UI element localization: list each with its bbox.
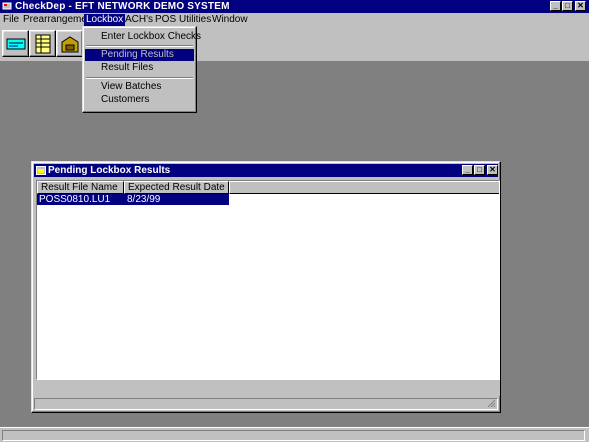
result-file-name: POSS0810.LU1 — [39, 194, 111, 205]
menu-pos[interactable]: POS — [153, 14, 178, 26]
resize-grip-icon[interactable] — [487, 399, 496, 408]
app-icon — [2, 2, 12, 10]
close-button[interactable]: ✕ — [575, 1, 586, 11]
minimize-icon: _ — [465, 165, 470, 174]
deposit-button[interactable] — [2, 30, 29, 57]
status-pane — [2, 430, 585, 441]
menu-file[interactable]: File — [1, 14, 21, 26]
window-icon — [36, 166, 46, 175]
pending-lockbox-results-window: Pending Lockbox Results _ □ ✕ Result Fil… — [31, 161, 501, 413]
minimize-icon: _ — [553, 1, 558, 10]
column-header-expected-result-date[interactable]: Expected Result Date — [124, 181, 229, 194]
ledger-icon — [35, 34, 51, 54]
maximize-button[interactable]: □ — [562, 1, 573, 11]
child-window-title: Pending Lockbox Results — [48, 165, 171, 176]
maximize-icon: □ — [477, 165, 482, 174]
deposit-icon — [6, 38, 26, 50]
lockbox-menu: Enter Lockbox Checks Pending Results Res… — [82, 26, 201, 113]
menu-window[interactable]: Window — [210, 14, 250, 26]
menu-utilities[interactable]: Utilities — [177, 14, 213, 26]
menu-achs[interactable]: ACH's — [123, 14, 155, 26]
child-minimize-button[interactable]: _ — [462, 165, 473, 175]
app-title-bar: CheckDep - EFT NETWORK DEMO SYSTEM _ □ ✕ — [0, 0, 589, 13]
lockbox-icon — [61, 36, 79, 53]
maximize-icon: □ — [565, 1, 570, 10]
list-item[interactable]: POSS0810.LU1 8/23/99 — [37, 194, 229, 205]
child-maximize-button[interactable]: □ — [474, 165, 485, 175]
column-header-filler — [229, 181, 499, 194]
menu-separator — [86, 45, 193, 47]
lockbox-button[interactable] — [56, 30, 83, 57]
app-title: CheckDep - EFT NETWORK DEMO SYSTEM — [15, 1, 230, 12]
column-header-result-file-name[interactable]: Result File Name — [37, 181, 124, 194]
menu-item-customers[interactable]: Customers — [85, 94, 194, 106]
menu-separator — [86, 77, 193, 79]
menu-lockbox[interactable]: Lockbox — [84, 14, 126, 26]
results-list[interactable]: Result File Name Expected Result Date PO… — [36, 180, 500, 380]
minimize-button[interactable]: _ — [550, 1, 561, 11]
child-close-button[interactable]: ✕ — [487, 165, 498, 175]
menu-item-enter-lockbox-checks[interactable]: Enter Lockbox Checks — [85, 31, 201, 43]
close-icon: ✕ — [489, 165, 496, 174]
menu-bar: File Prearrangement Lockbox ACH's POS Ut… — [0, 13, 589, 27]
ledger-button[interactable] — [29, 30, 56, 57]
child-status-bar — [34, 398, 498, 410]
menu-item-pending-results[interactable]: Pending Results — [85, 49, 194, 61]
horizontal-scroll-area[interactable] — [36, 380, 500, 396]
close-icon: ✕ — [577, 1, 584, 10]
menu-item-view-batches[interactable]: View Batches — [85, 81, 194, 93]
expected-result-date: 8/23/99 — [127, 194, 161, 205]
menu-item-result-files[interactable]: Result Files — [85, 62, 194, 74]
status-bar — [0, 427, 589, 442]
child-title-bar[interactable]: Pending Lockbox Results _ □ ✕ — [34, 164, 498, 177]
